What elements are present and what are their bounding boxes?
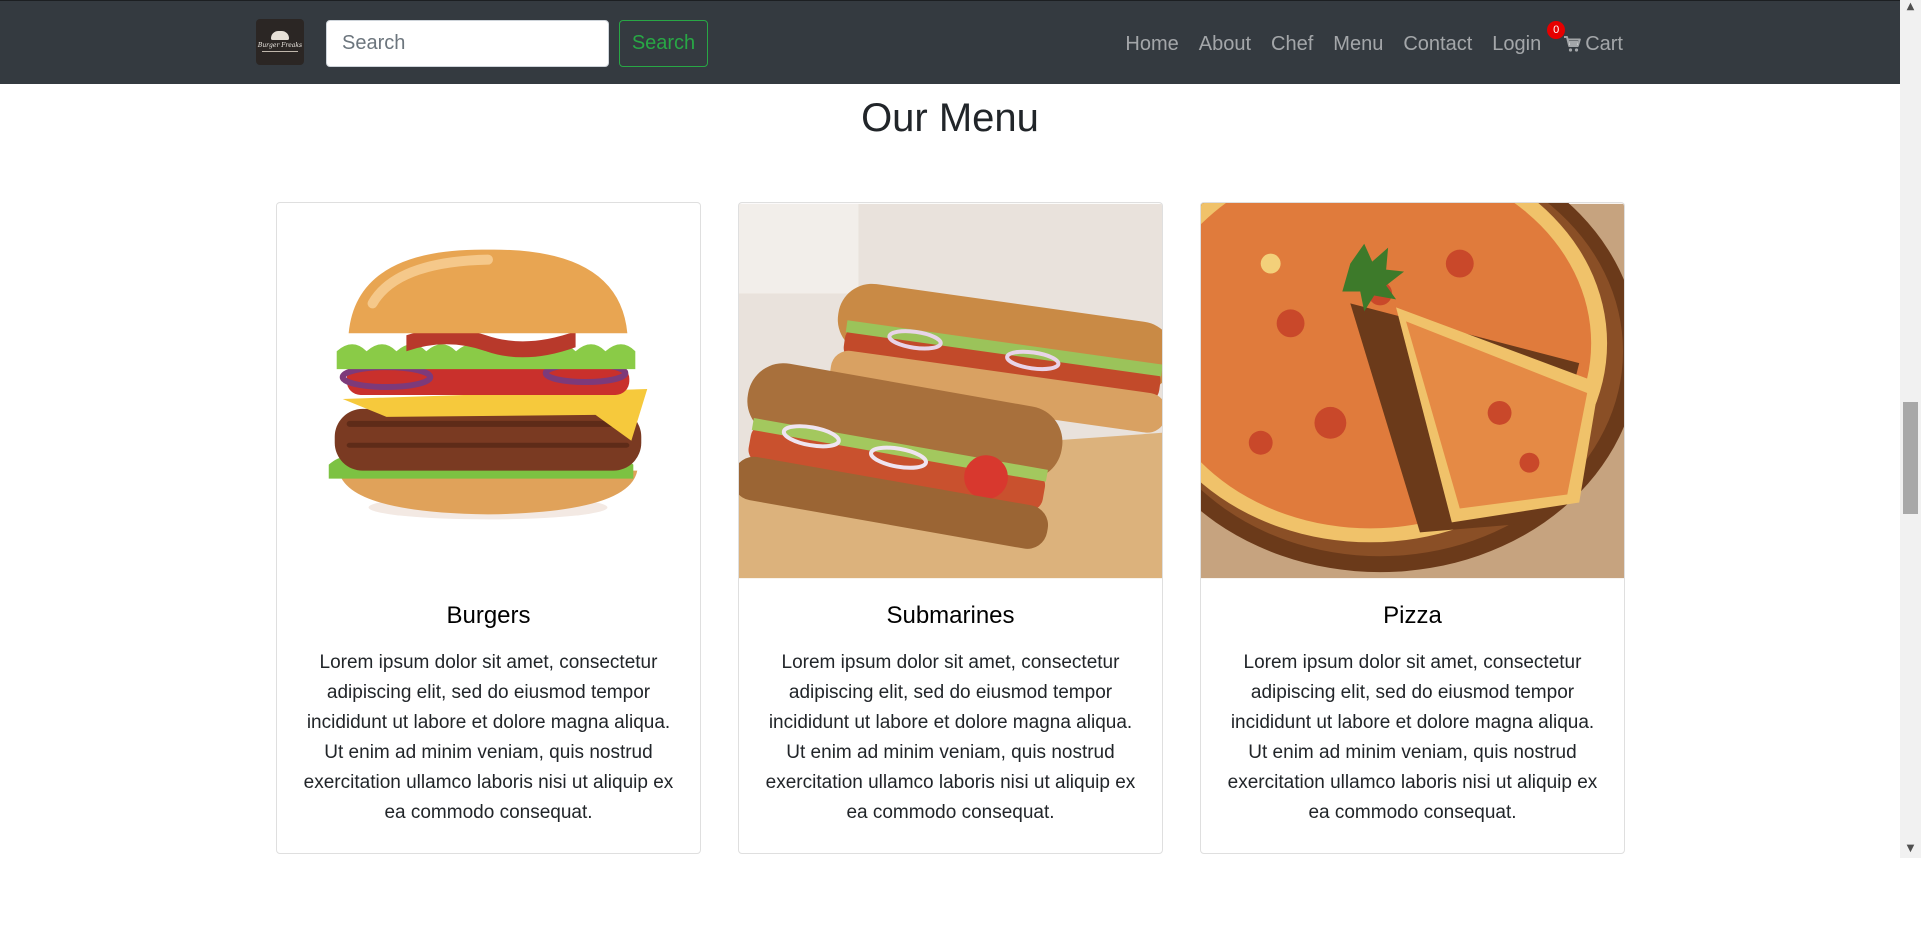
pizza-image — [1201, 203, 1624, 579]
top-navbar: Burger Freaks Search Home About Chef Men… — [0, 0, 1900, 84]
logo-divider — [262, 51, 298, 52]
card-title: Submarines — [886, 602, 1015, 629]
brand-logo[interactable]: Burger Freaks — [256, 19, 304, 65]
scrollbar-thumb[interactable] — [1903, 402, 1918, 514]
search-button[interactable]: Search — [619, 20, 708, 67]
search-input[interactable] — [326, 20, 609, 67]
submarine-sandwich-image — [739, 203, 1162, 579]
menu-card-submarines[interactable]: Submarines Lorem ipsum dolor sit amet, c… — [738, 202, 1163, 854]
scroll-up-icon[interactable]: ▲ — [1903, 0, 1918, 14]
card-title: Burgers — [446, 602, 531, 629]
menu-card-burgers[interactable]: Burgers Lorem ipsum dolor sit amet, cons… — [276, 202, 701, 854]
menu-card-pizza[interactable]: Pizza Lorem ipsum dolor sit amet, consec… — [1200, 202, 1625, 854]
nav-link-contact[interactable]: Contact — [1393, 27, 1482, 61]
nav-link-login[interactable]: Login — [1482, 27, 1551, 61]
page-scrollbar[interactable]: ▲ ▼ — [1900, 0, 1921, 858]
card-title: Pizza — [1383, 602, 1442, 629]
nav-link-chef[interactable]: Chef — [1261, 27, 1323, 61]
nav-link-home[interactable]: Home — [1115, 27, 1188, 61]
nav-link-about[interactable]: About — [1189, 27, 1261, 61]
card-text: Lorem ipsum dolor sit amet, consectetur … — [303, 652, 674, 823]
card-text: Lorem ipsum dolor sit amet, consectetur … — [765, 652, 1136, 823]
nav-link-menu[interactable]: Menu — [1323, 27, 1393, 61]
card-text: Lorem ipsum dolor sit amet, consectetur … — [1227, 652, 1598, 823]
scroll-down-icon[interactable]: ▼ — [1903, 842, 1918, 856]
shopping-cart-icon — [1564, 36, 1582, 52]
logo-text: Burger Freaks — [257, 42, 303, 49]
nav-links: Home About Chef Menu Contact Login 0 Car… — [1115, 21, 1633, 61]
cart-label: Cart — [1585, 33, 1623, 55]
burger-logo-icon — [271, 31, 289, 40]
burger-image — [277, 203, 700, 579]
page-title: Our Menu — [861, 96, 1039, 140]
nav-link-cart[interactable]: 0 Cart — [1547, 21, 1633, 61]
